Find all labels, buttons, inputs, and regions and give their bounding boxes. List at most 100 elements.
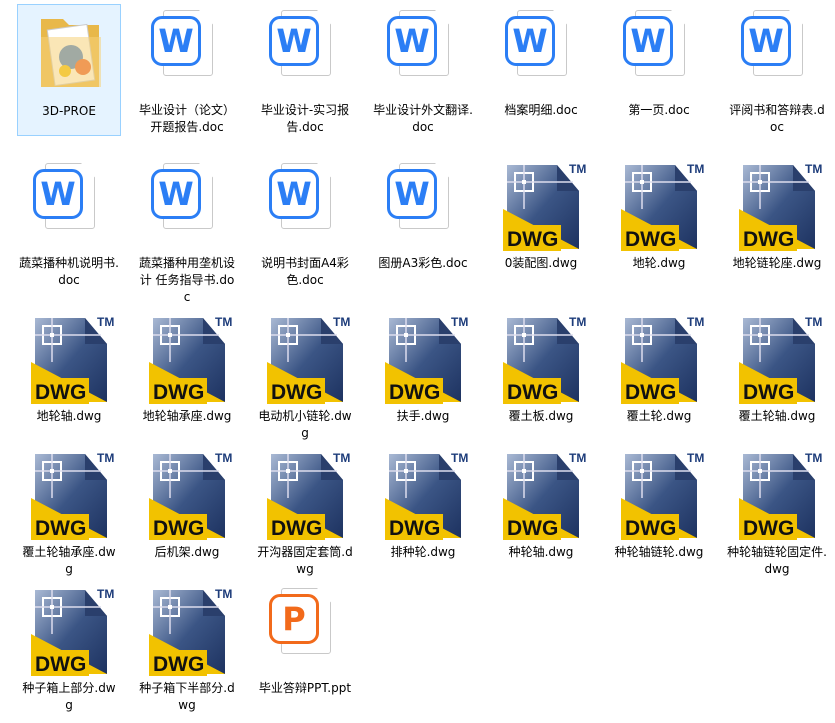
file-item[interactable]: DWG TM 地轮轴承座.dwg xyxy=(135,310,239,442)
file-name: 排种轮.dwg xyxy=(390,545,456,559)
file-name: 说明书封面A4彩色.doc xyxy=(261,256,349,287)
file-item[interactable]: W 毕业设计外文翻译.doc xyxy=(371,4,475,136)
doc-file-icon: W xyxy=(257,159,353,251)
file-name: 地轮轴承座.dwg xyxy=(142,409,232,423)
dwg-icon: DWG TM xyxy=(621,315,704,404)
file-item[interactable]: DWG TM 开沟器固定套筒.dwg xyxy=(253,446,357,578)
word-logo-icon: W xyxy=(33,169,83,219)
file-name: 毕业设计外文翻译.doc xyxy=(373,103,473,134)
word-logo-icon: W xyxy=(505,16,555,66)
file-item[interactable]: W 第一页.doc xyxy=(607,4,711,136)
file-name: 毕业答辩PPT.ppt xyxy=(258,681,352,695)
word-logo-icon: W xyxy=(623,16,673,66)
svg-text:TM: TM xyxy=(569,315,586,329)
file-item[interactable]: DWG TM 覆土轮轴.dwg xyxy=(725,310,829,442)
dwg-icon: DWG TM xyxy=(267,315,350,404)
file-item[interactable]: DWG TM 扶手.dwg xyxy=(371,310,475,442)
doc-file-icon: W xyxy=(375,159,471,251)
file-item[interactable]: DWG TM 种轮轴链轮.dwg xyxy=(607,446,711,578)
file-item[interactable]: W 说明书封面A4彩色.doc xyxy=(253,157,357,306)
word-logo-icon: W xyxy=(387,16,437,66)
file-item[interactable]: DWG TM 电动机小链轮.dwg xyxy=(253,310,357,442)
file-item[interactable]: DWG TM 0装配图.dwg xyxy=(489,157,593,306)
svg-text:DWG: DWG xyxy=(389,381,440,404)
dwg-file-icon: DWG TM xyxy=(257,448,353,540)
file-name: 覆土轮轴承座.dwg xyxy=(22,545,116,576)
file-name: 3D-PROE xyxy=(42,104,96,118)
file-item[interactable]: DWG TM 地轮轴.dwg xyxy=(17,310,121,442)
file-item[interactable]: DWG TM 后机架.dwg xyxy=(135,446,239,578)
file-item[interactable]: P 毕业答辩PPT.ppt xyxy=(253,582,357,714)
dwg-icon: DWG TM xyxy=(621,451,704,540)
dwg-icon: DWG TM xyxy=(385,451,468,540)
file-name: 地轮链轮座.dwg xyxy=(732,256,822,270)
svg-text:DWG: DWG xyxy=(271,517,322,540)
file-name: 0装配图.dwg xyxy=(504,256,578,270)
file-name: 种轮轴链轮.dwg xyxy=(614,545,704,559)
svg-text:TM: TM xyxy=(569,451,586,465)
svg-text:TM: TM xyxy=(805,162,822,176)
file-name: 覆土板.dwg xyxy=(508,409,574,423)
svg-text:TM: TM xyxy=(687,162,704,176)
doc-file-icon: W xyxy=(729,6,825,98)
svg-text:DWG: DWG xyxy=(743,381,794,404)
folder-icon xyxy=(41,19,101,87)
file-item[interactable]: 3D-PROE xyxy=(17,4,121,136)
file-item[interactable]: W 蔬菜播种机说明书.doc xyxy=(17,157,121,306)
svg-text:TM: TM xyxy=(333,451,350,465)
file-name: 蔬菜播种用垄机设计 任务指导书.doc xyxy=(138,256,235,304)
svg-text:DWG: DWG xyxy=(507,517,558,540)
word-logo-icon: W xyxy=(151,16,201,66)
svg-text:TM: TM xyxy=(687,451,704,465)
file-item[interactable]: DWG TM 地轮.dwg xyxy=(607,157,711,306)
svg-text:TM: TM xyxy=(451,451,468,465)
file-item[interactable]: W 评阅书和答辩表.doc xyxy=(725,4,829,136)
dwg-file-icon: DWG TM xyxy=(493,312,589,404)
word-logo-icon: W xyxy=(151,169,201,219)
file-name: 毕业设计（论文）开题报告.doc xyxy=(138,103,235,134)
dwg-file-icon: DWG TM xyxy=(21,584,117,676)
svg-text:DWG: DWG xyxy=(271,381,322,404)
file-item[interactable]: DWG TM 种轮轴链轮固定件.dwg xyxy=(725,446,829,578)
svg-text:DWG: DWG xyxy=(35,381,86,404)
file-item[interactable]: DWG TM 排种轮.dwg xyxy=(371,446,475,578)
svg-text:DWG: DWG xyxy=(153,653,204,676)
file-item[interactable]: W 毕业设计（论文）开题报告.doc xyxy=(135,4,239,136)
folder-file-icon xyxy=(21,7,117,99)
file-item[interactable]: DWG TM 地轮链轮座.dwg xyxy=(725,157,829,306)
svg-text:TM: TM xyxy=(569,162,586,176)
dwg-file-icon: DWG TM xyxy=(493,448,589,540)
doc-file-icon: W xyxy=(139,6,235,98)
file-item[interactable]: DWG TM 种轮轴.dwg xyxy=(489,446,593,578)
file-item[interactable]: DWG TM 种子箱下半部分.dwg xyxy=(135,582,239,714)
svg-text:DWG: DWG xyxy=(35,653,86,676)
dwg-file-icon: DWG TM xyxy=(139,584,235,676)
file-name: 开沟器固定套筒.dwg xyxy=(257,545,353,576)
file-item[interactable]: DWG TM 种子箱上部分.dwg xyxy=(17,582,121,714)
svg-text:TM: TM xyxy=(215,315,232,329)
svg-text:DWG: DWG xyxy=(625,381,676,404)
file-name: 种轮轴.dwg xyxy=(508,545,574,559)
file-item[interactable]: W 蔬菜播种用垄机设计 任务指导书.doc xyxy=(135,157,239,306)
dwg-icon: DWG TM xyxy=(31,451,114,540)
dwg-icon: DWG TM xyxy=(149,315,232,404)
dwg-file-icon: DWG TM xyxy=(21,312,117,404)
svg-text:DWG: DWG xyxy=(625,228,676,251)
svg-text:TM: TM xyxy=(215,451,232,465)
dwg-icon: DWG TM xyxy=(739,451,822,540)
file-item[interactable]: W 毕业设计-实习报告.doc xyxy=(253,4,357,136)
svg-text:DWG: DWG xyxy=(625,517,676,540)
dwg-icon: DWG TM xyxy=(739,162,822,251)
dwg-file-icon: DWG TM xyxy=(493,159,589,251)
file-name: 图册A3彩色.doc xyxy=(378,256,468,270)
file-row: DWG TM 地轮轴.dwg DWG TM 地轮轴承座.dwg DWG TM 电动机小链轮.dw… xyxy=(0,310,829,442)
file-item[interactable]: W 图册A3彩色.doc xyxy=(371,157,475,306)
file-item[interactable]: DWG TM 覆土板.dwg xyxy=(489,310,593,442)
file-item[interactable]: DWG TM 覆土轮轴承座.dwg xyxy=(17,446,121,578)
file-item[interactable]: W 档案明细.doc xyxy=(489,4,593,136)
svg-text:TM: TM xyxy=(687,315,704,329)
svg-text:TM: TM xyxy=(333,315,350,329)
dwg-icon: DWG TM xyxy=(31,587,114,676)
file-item[interactable]: DWG TM 覆土轮.dwg xyxy=(607,310,711,442)
svg-text:DWG: DWG xyxy=(507,228,558,251)
